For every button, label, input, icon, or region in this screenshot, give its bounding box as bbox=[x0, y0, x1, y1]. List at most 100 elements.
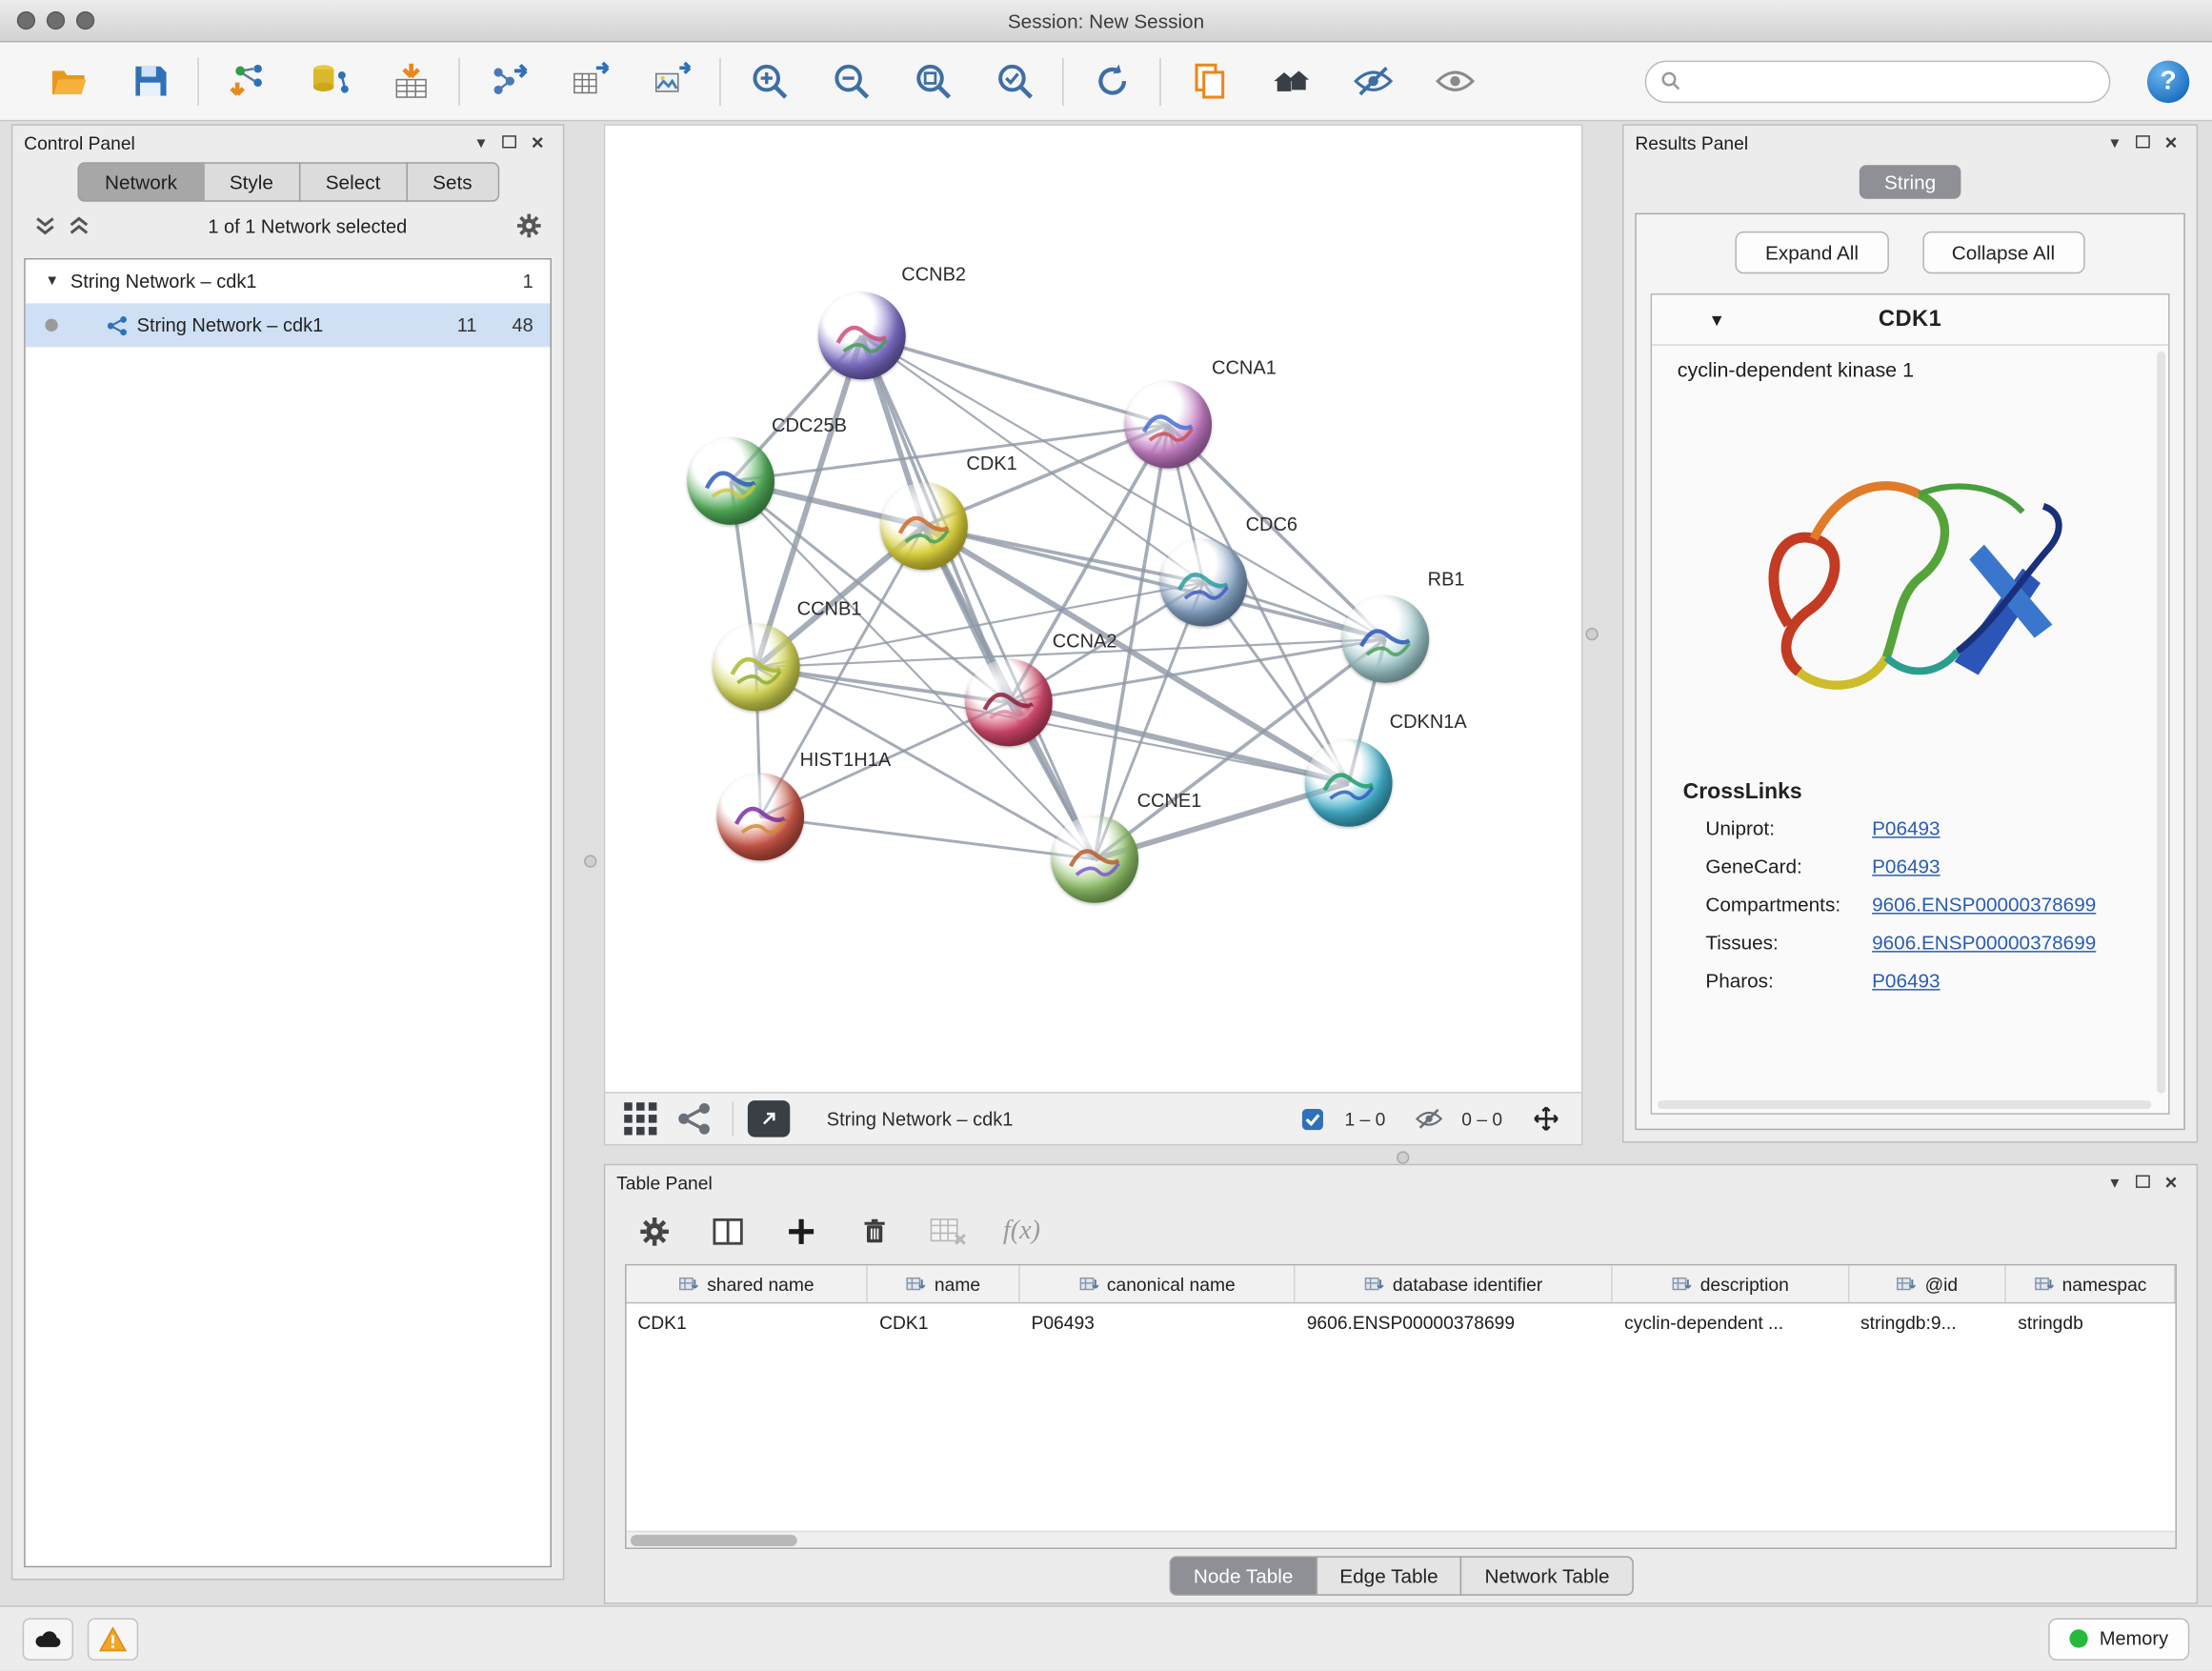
network-options-gear-icon[interactable] bbox=[515, 211, 544, 240]
crosslink-link[interactable]: P06493 bbox=[1872, 855, 1940, 877]
collapse-all-networks-icon[interactable] bbox=[67, 213, 92, 239]
tab-string[interactable]: String bbox=[1859, 165, 1961, 199]
function-builder-button[interactable]: f(x) bbox=[1003, 1217, 1040, 1248]
toolbar-search-field[interactable] bbox=[1645, 60, 2111, 102]
add-column-plus-icon[interactable] bbox=[783, 1214, 820, 1251]
table-cell[interactable]: CDK1 bbox=[627, 1303, 869, 1341]
minimize-window-button[interactable] bbox=[47, 11, 65, 30]
panel-float-icon[interactable] bbox=[2129, 132, 2158, 152]
results-vertical-scrollbar[interactable] bbox=[2157, 352, 2165, 1094]
show-all-eye-icon[interactable] bbox=[1426, 53, 1482, 110]
warning-button[interactable] bbox=[88, 1618, 138, 1660]
zoom-fit-icon[interactable] bbox=[904, 53, 960, 110]
network-edge[interactable] bbox=[862, 335, 1168, 424]
network-node-cdc25b[interactable] bbox=[687, 437, 774, 525]
network-node-ccna1[interactable] bbox=[1124, 381, 1212, 469]
home-networks-icon[interactable] bbox=[1262, 53, 1318, 110]
zoom-selected-icon[interactable] bbox=[986, 53, 1042, 110]
search-input[interactable] bbox=[1690, 70, 2095, 91]
delete-table-icon[interactable] bbox=[930, 1214, 967, 1251]
table-settings-gear-icon[interactable] bbox=[636, 1214, 674, 1251]
table-cell[interactable]: CDK1 bbox=[868, 1303, 1019, 1341]
tab-sets[interactable]: Sets bbox=[406, 162, 499, 201]
network-node-cdc6[interactable] bbox=[1159, 539, 1247, 627]
table-cell[interactable]: cyclin-dependent ... bbox=[1613, 1303, 1849, 1341]
crosslink-link[interactable]: 9606.ENSP00000378699 bbox=[1872, 893, 2096, 916]
table-cell[interactable]: 9606.ENSP00000378699 bbox=[1296, 1303, 1613, 1341]
zoom-in-icon[interactable] bbox=[740, 53, 796, 110]
tab-network[interactable]: Network bbox=[78, 162, 204, 201]
delete-column-trash-icon[interactable] bbox=[856, 1214, 894, 1251]
table-cell[interactable]: stringdb bbox=[2006, 1303, 2175, 1341]
panel-collapse-icon[interactable]: ▾ bbox=[2101, 132, 2129, 152]
network-node-cdk1[interactable] bbox=[880, 482, 968, 570]
tab-network-table[interactable]: Network Table bbox=[1460, 1556, 1633, 1595]
tab-select[interactable]: Select bbox=[299, 162, 408, 201]
table-cell[interactable]: P06493 bbox=[1020, 1303, 1296, 1341]
crosslink-link[interactable]: P06493 bbox=[1872, 816, 1940, 839]
column-header-canonical-name[interactable]: canonical name bbox=[1020, 1265, 1296, 1302]
column-header-name[interactable]: name bbox=[868, 1265, 1019, 1302]
hidden-eye-slash-icon[interactable] bbox=[1411, 1100, 1448, 1137]
column-header-description[interactable]: description bbox=[1613, 1265, 1849, 1302]
network-node-hist1h1a[interactable] bbox=[716, 774, 804, 861]
tree-expand-caret-icon[interactable]: ▼ bbox=[45, 273, 59, 289]
expand-all-button[interactable]: Expand All bbox=[1736, 232, 1888, 273]
panel-float-icon[interactable] bbox=[2129, 1173, 2158, 1193]
memory-button[interactable]: Memory bbox=[2049, 1618, 2190, 1660]
expand-all-networks-icon[interactable] bbox=[32, 213, 58, 239]
tab-node-table[interactable]: Node Table bbox=[1170, 1556, 1317, 1595]
panel-close-icon[interactable]: × bbox=[523, 131, 552, 154]
right-splitter-handle[interactable] bbox=[1585, 628, 1598, 640]
network-node-ccnb1[interactable] bbox=[713, 624, 800, 712]
clone-network-icon[interactable] bbox=[1180, 53, 1237, 110]
tab-edge-table[interactable]: Edge Table bbox=[1316, 1556, 1462, 1595]
network-edge[interactable] bbox=[760, 816, 1095, 858]
results-horizontal-scrollbar[interactable] bbox=[1658, 1100, 2151, 1109]
tab-style[interactable]: Style bbox=[203, 162, 300, 201]
scrollbar-thumb[interactable] bbox=[631, 1535, 797, 1546]
detach-view-button[interactable] bbox=[748, 1100, 790, 1137]
import-network-database-icon[interactable] bbox=[300, 53, 356, 110]
help-icon[interactable]: ? bbox=[2147, 60, 2189, 102]
export-network-icon[interactable] bbox=[479, 53, 535, 110]
crosslink-link[interactable]: P06493 bbox=[1872, 969, 1940, 992]
selected-checkbox-icon[interactable] bbox=[1294, 1100, 1331, 1137]
refresh-icon[interactable] bbox=[1083, 53, 1139, 110]
network-collection-row[interactable]: ▼ String Network – cdk1 1 bbox=[26, 259, 551, 303]
export-table-icon[interactable] bbox=[561, 53, 617, 110]
network-node-ccna2[interactable] bbox=[965, 659, 1053, 747]
show-columns-icon[interactable] bbox=[710, 1214, 747, 1251]
collapse-all-button[interactable]: Collapse All bbox=[1922, 232, 2085, 273]
bottom-splitter-handle[interactable] bbox=[1397, 1151, 1409, 1163]
column-header-namespac[interactable]: namespac bbox=[2006, 1265, 2175, 1302]
network-node-cdkn1a[interactable] bbox=[1305, 739, 1393, 827]
table-horizontal-scrollbar[interactable] bbox=[627, 1531, 2176, 1548]
panel-close-icon[interactable]: × bbox=[2157, 1170, 2185, 1194]
network-canvas[interactable]: CCNB2CCNA1CDC25BCDK1CDC6RB1CCNB1CCNA2CDK… bbox=[604, 124, 1583, 1093]
network-node-ccnb2[interactable] bbox=[818, 292, 906, 380]
network-row-selected[interactable]: String Network – cdk1 11 48 bbox=[26, 303, 551, 347]
crosslink-link[interactable]: 9606.ENSP00000378699 bbox=[1872, 931, 2096, 954]
section-collapse-caret-icon[interactable]: ▼ bbox=[1708, 310, 1725, 330]
column-header--id[interactable]: @id bbox=[1849, 1265, 2006, 1302]
table-cell[interactable]: stringdb:9... bbox=[1849, 1303, 2006, 1341]
network-share-view-icon[interactable] bbox=[675, 1100, 713, 1137]
import-network-file-icon[interactable] bbox=[219, 53, 275, 110]
zoom-out-icon[interactable] bbox=[822, 53, 878, 110]
panel-close-icon[interactable]: × bbox=[2157, 131, 2185, 154]
cloud-button[interactable] bbox=[23, 1618, 73, 1660]
left-splitter-handle[interactable] bbox=[584, 855, 596, 867]
network-node-rb1[interactable] bbox=[1341, 595, 1429, 683]
column-header-database-identifier[interactable]: database identifier bbox=[1296, 1265, 1613, 1302]
network-node-ccne1[interactable] bbox=[1051, 815, 1138, 903]
network-edge[interactable] bbox=[862, 335, 1095, 858]
panel-collapse-icon[interactable]: ▾ bbox=[2101, 1173, 2129, 1193]
export-image-icon[interactable] bbox=[643, 53, 699, 110]
zoom-window-button[interactable] bbox=[76, 11, 94, 30]
save-session-icon[interactable] bbox=[121, 53, 177, 110]
import-table-icon[interactable] bbox=[382, 53, 438, 110]
panel-collapse-icon[interactable]: ▾ bbox=[467, 132, 495, 152]
hide-unhide-icon[interactable] bbox=[1344, 53, 1400, 110]
open-session-icon[interactable] bbox=[39, 53, 95, 110]
